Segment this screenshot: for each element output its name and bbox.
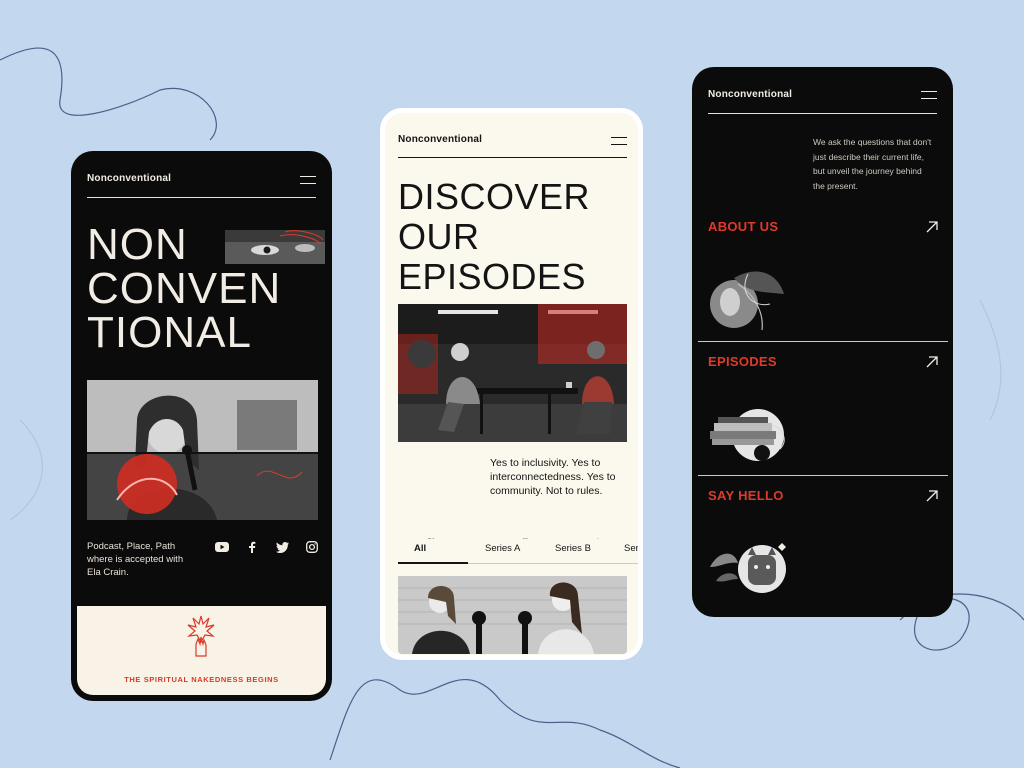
tab-count: 34 bbox=[428, 538, 435, 541]
host-photo bbox=[87, 380, 318, 520]
nav-episodes[interactable]: EPISODES bbox=[708, 354, 777, 369]
episodes-collage-image bbox=[710, 409, 785, 461]
episodes-tagline: Yes to inclusivity. Yes to interconnecte… bbox=[490, 457, 616, 497]
header-divider bbox=[708, 113, 937, 114]
tab-label: Ser bbox=[624, 543, 638, 554]
hero-line: CONVEN bbox=[87, 264, 282, 313]
spiritual-card[interactable]: THE SPIRITUAL NAKEDNESS BEGINS bbox=[77, 606, 326, 695]
flaming-hand-icon bbox=[187, 615, 215, 657]
phone-hero-screen: Nonconventional NON CONVEN TIONAL Podcas… bbox=[71, 151, 332, 701]
heading-line: DISCOVER bbox=[398, 176, 591, 217]
about-collage-image bbox=[710, 271, 784, 331]
podcast-studio-photo[interactable] bbox=[398, 304, 627, 442]
hamburger-menu-icon[interactable] bbox=[300, 176, 316, 184]
youtube-icon[interactable] bbox=[214, 540, 230, 554]
arrow-up-right-icon[interactable] bbox=[925, 489, 939, 503]
tab-all[interactable]: All 34 bbox=[414, 538, 434, 554]
hero-line: TIONAL bbox=[87, 308, 252, 357]
tab-label: Series B bbox=[555, 543, 591, 554]
tab-count: 12 bbox=[522, 538, 529, 541]
series-tabs: All 34 Series A 12 Series B 4 Ser bbox=[398, 538, 638, 562]
nav-say-hello[interactable]: SAY HELLO bbox=[708, 488, 784, 503]
tab-series-partial[interactable]: Ser bbox=[624, 543, 638, 554]
header-divider bbox=[398, 157, 627, 158]
episode-photo[interactable] bbox=[398, 576, 627, 654]
phone-episodes-screen: Nonconventional DISCOVER OUR EPISODES Ye… bbox=[380, 108, 643, 660]
header-divider bbox=[87, 197, 316, 198]
tab-series-b[interactable]: Series B 4 bbox=[555, 538, 599, 554]
active-tab-indicator bbox=[398, 562, 468, 564]
tab-series-a[interactable]: Series A 12 bbox=[485, 538, 528, 554]
instagram-icon[interactable] bbox=[304, 540, 320, 554]
social-links bbox=[214, 540, 320, 554]
arrow-up-right-icon[interactable] bbox=[925, 220, 939, 234]
hamburger-menu-icon[interactable] bbox=[611, 137, 627, 145]
brand-logo[interactable]: Nonconventional bbox=[398, 134, 482, 145]
podcast-description: Podcast, Place, Path where is accepted w… bbox=[87, 541, 184, 578]
section-divider bbox=[698, 475, 948, 476]
facebook-icon[interactable] bbox=[244, 540, 260, 554]
heading-line: OUR bbox=[398, 216, 480, 257]
hamburger-menu-icon[interactable] bbox=[921, 91, 937, 99]
brand-logo[interactable]: Nonconventional bbox=[708, 89, 792, 100]
footer-caption: THE SPIRITUAL NAKEDNESS BEGINS bbox=[124, 675, 279, 684]
hello-collage-image bbox=[710, 543, 786, 593]
intro-text: We ask the questions that don't just des… bbox=[813, 137, 932, 191]
phone-menu-screen: Nonconventional We ask the questions tha… bbox=[692, 67, 953, 617]
tab-count: 4 bbox=[595, 538, 599, 541]
section-divider bbox=[698, 341, 948, 342]
episodes-heading: DISCOVER OUR EPISODES bbox=[398, 177, 590, 297]
heading-line: EPISODES bbox=[398, 256, 587, 297]
tab-label: All bbox=[414, 543, 427, 554]
arrow-up-right-icon[interactable] bbox=[925, 355, 939, 369]
brand-logo[interactable]: Nonconventional bbox=[87, 173, 171, 184]
tab-label: Series A bbox=[485, 543, 521, 554]
eye-photo bbox=[225, 230, 325, 264]
nav-about-us[interactable]: ABOUT US bbox=[708, 219, 778, 234]
twitter-icon[interactable] bbox=[274, 540, 290, 554]
